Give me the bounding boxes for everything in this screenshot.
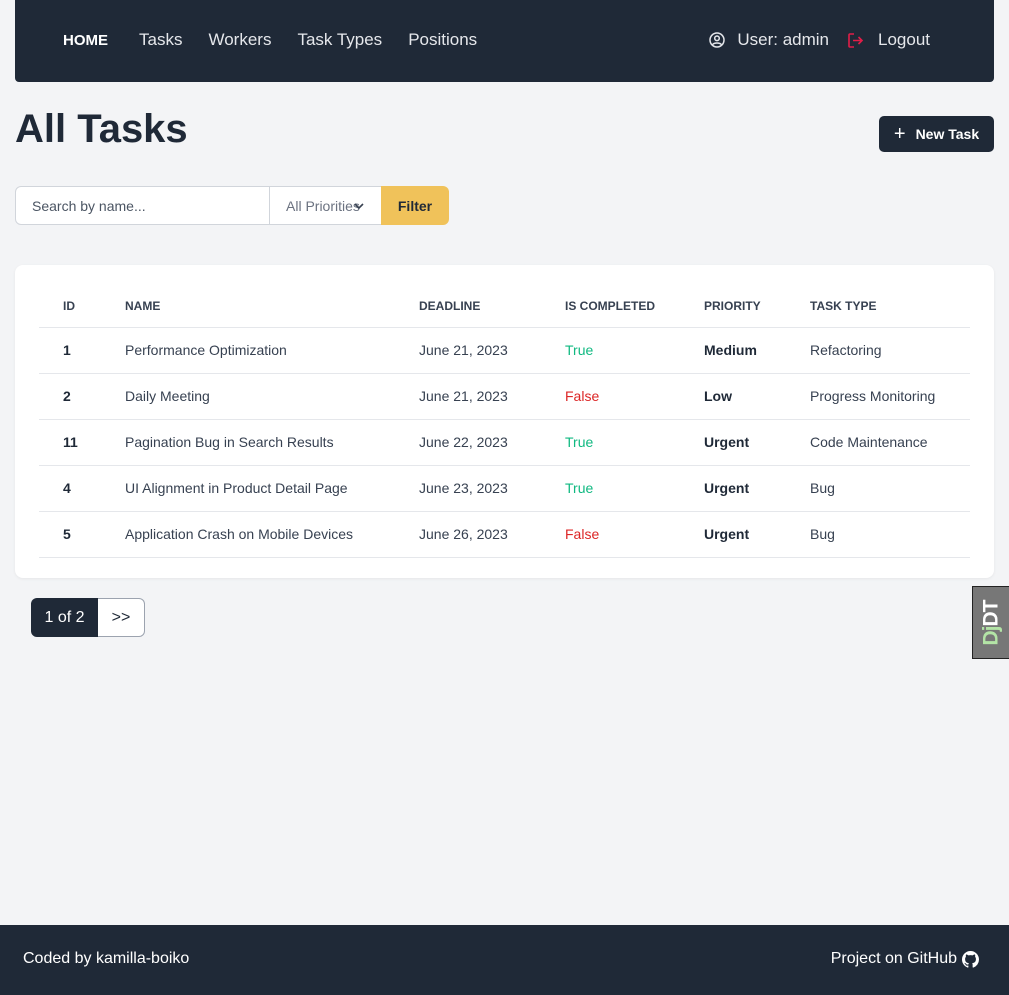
column-header-deadline: DEADLINE	[419, 285, 565, 328]
tasks-table: ID NAME DEADLINE IS COMPLETED PRIORITY T…	[39, 285, 970, 558]
task-id: 11	[39, 419, 125, 466]
nav-user-area: User: admin Logout	[709, 30, 930, 50]
pagination-current-page: 1 of 2	[31, 598, 98, 637]
task-priority: Urgent	[704, 419, 810, 466]
column-header-task-type: TASK TYPE	[810, 285, 970, 328]
nav-workers-link[interactable]: Workers	[208, 30, 271, 50]
footer: Coded by kamilla-boiko Project on GitHub	[0, 925, 1009, 995]
task-id: 4	[39, 465, 125, 512]
nav-positions-link[interactable]: Positions	[408, 30, 477, 50]
table-row[interactable]: 4 UI Alignment in Product Detail Page Ju…	[39, 465, 970, 512]
task-id: 1	[39, 327, 125, 374]
logout-label: Logout	[878, 30, 930, 49]
new-task-button[interactable]: + New Task	[879, 116, 994, 152]
nav-links: HOME Tasks Workers Task Types Positions	[63, 30, 503, 50]
task-priority: Urgent	[704, 511, 810, 558]
task-name[interactable]: Performance Optimization	[125, 327, 419, 374]
github-link[interactable]: Project on GitHub	[831, 950, 979, 968]
task-name[interactable]: Daily Meeting	[125, 373, 419, 420]
column-header-priority: PRIORITY	[704, 285, 810, 328]
task-type: Bug	[810, 511, 970, 558]
logout-icon	[848, 32, 864, 48]
page-title: All Tasks	[15, 107, 188, 151]
task-deadline: June 26, 2023	[419, 511, 565, 558]
task-type: Refactoring	[810, 327, 970, 374]
table-row[interactable]: 11 Pagination Bug in Search Results June…	[39, 419, 970, 466]
table-row[interactable]: 5 Application Crash on Mobile Devices Ju…	[39, 511, 970, 558]
github-icon	[962, 950, 979, 968]
task-completed-status: False	[565, 511, 704, 558]
task-priority: Medium	[704, 327, 810, 374]
task-type: Bug	[810, 465, 970, 512]
django-debug-toolbar-handle[interactable]: DjDT	[972, 586, 1009, 659]
column-header-is-completed: IS COMPLETED	[565, 285, 704, 328]
task-deadline: June 23, 2023	[419, 465, 565, 512]
user-info[interactable]: User: admin	[709, 30, 829, 50]
nav-tasks-link[interactable]: Tasks	[139, 30, 182, 50]
task-name[interactable]: Pagination Bug in Search Results	[125, 419, 419, 466]
pagination-next-button[interactable]: >>	[98, 598, 145, 637]
logout-link[interactable]: Logout	[847, 30, 930, 50]
plus-icon: +	[893, 123, 906, 145]
github-link-label: Project on GitHub	[830, 950, 957, 967]
djdt-logo: DjDT	[979, 600, 1002, 645]
nav-task-types-link[interactable]: Task Types	[297, 30, 382, 50]
new-task-label: New Task	[915, 126, 980, 142]
task-priority: Urgent	[704, 465, 810, 512]
navbar: HOME Tasks Workers Task Types Positions …	[15, 0, 994, 82]
table-row[interactable]: 2 Daily Meeting June 21, 2023 False Low …	[39, 373, 970, 420]
column-header-name: NAME	[125, 285, 419, 328]
priority-select[interactable]: All Priorities	[269, 186, 382, 225]
task-name[interactable]: UI Alignment in Product Detail Page	[125, 465, 419, 512]
table-header-row: ID NAME DEADLINE IS COMPLETED PRIORITY T…	[39, 285, 970, 328]
nav-home-link[interactable]: HOME	[63, 32, 108, 49]
task-deadline: June 21, 2023	[419, 373, 565, 420]
task-id: 2	[39, 373, 125, 420]
table-row[interactable]: 1 Performance Optimization June 21, 2023…	[39, 327, 970, 374]
column-header-id: ID	[39, 285, 125, 328]
task-name[interactable]: Application Crash on Mobile Devices	[125, 511, 419, 558]
task-id: 5	[39, 511, 125, 558]
task-priority: Low	[704, 373, 810, 420]
search-input[interactable]	[15, 186, 270, 225]
pagination: 1 of 2 >>	[31, 598, 145, 637]
task-completed-status: True	[565, 465, 704, 512]
user-label: User: admin	[737, 30, 829, 49]
task-completed-status: True	[565, 419, 704, 466]
user-circle-icon	[709, 32, 726, 48]
task-deadline: June 21, 2023	[419, 327, 565, 374]
tasks-table-card: ID NAME DEADLINE IS COMPLETED PRIORITY T…	[15, 265, 994, 578]
task-completed-status: False	[565, 373, 704, 420]
task-type: Progress Monitoring	[810, 373, 970, 420]
filter-button[interactable]: Filter	[381, 186, 449, 225]
chevron-down-icon	[354, 203, 364, 210]
task-deadline: June 22, 2023	[419, 419, 565, 466]
priority-select-value: All Priorities	[286, 197, 360, 214]
task-type: Code Maintenance	[810, 419, 970, 466]
footer-credit: Coded by kamilla-boiko	[23, 950, 190, 967]
task-completed-status: True	[565, 327, 704, 374]
